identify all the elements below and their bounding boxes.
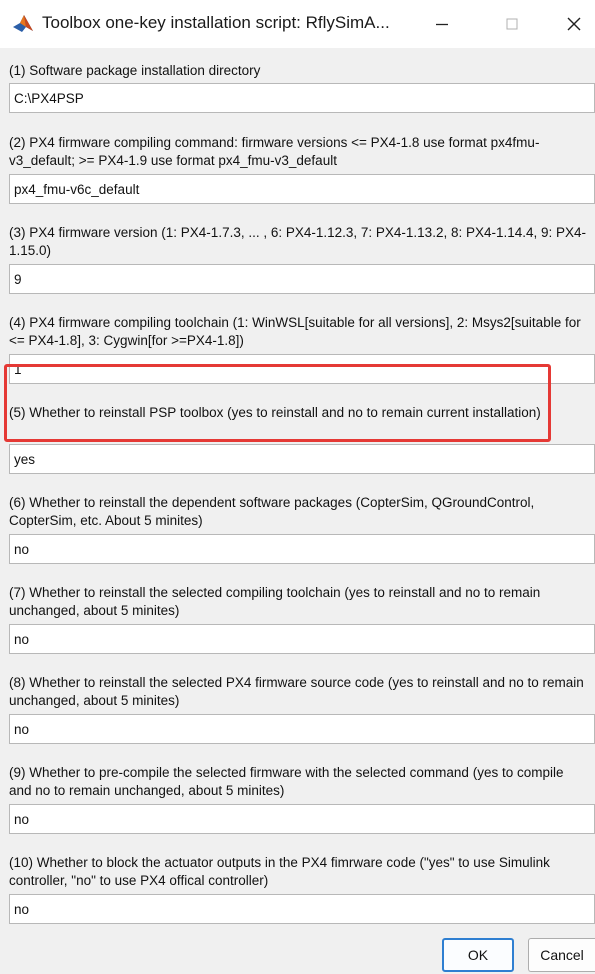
field-label-firmware-version: (3) PX4 firmware version (1: PX4-1.7.3, … xyxy=(9,225,587,258)
install-directory-input[interactable] xyxy=(9,83,595,113)
field-label-compile-command: (2) PX4 firmware compiling command: firm… xyxy=(9,135,540,168)
reinstall-psp-input[interactable] xyxy=(9,444,595,474)
precompile-input[interactable] xyxy=(9,804,595,834)
dialog-body: (1) Software package installation direct… xyxy=(0,48,595,974)
field-label-toolchain: (4) PX4 firmware compiling toolchain (1:… xyxy=(9,315,581,348)
maximize-icon xyxy=(506,18,518,30)
close-icon xyxy=(567,17,581,31)
window-title: Toolbox one-key installation script: Rfl… xyxy=(42,13,390,32)
firmware-version-input[interactable] xyxy=(9,264,595,294)
block-actuator-input[interactable] xyxy=(9,894,595,924)
field-label-reinstall-toolchain: (7) Whether to reinstall the selected co… xyxy=(9,585,541,618)
title-bar: Toolbox one-key installation script: Rfl… xyxy=(0,0,595,48)
minimize-button[interactable] xyxy=(422,8,462,40)
field-label-block-actuator: (10) Whether to block the actuator outpu… xyxy=(9,855,550,888)
matlab-icon xyxy=(13,15,33,32)
compile-command-input[interactable] xyxy=(9,174,595,204)
field-label-reinstall-source: (8) Whether to reinstall the selected PX… xyxy=(9,675,584,708)
toolchain-input[interactable] xyxy=(9,354,595,384)
cancel-button[interactable]: Cancel xyxy=(528,938,595,972)
reinstall-toolchain-input[interactable] xyxy=(9,624,595,654)
minimize-icon xyxy=(436,23,448,26)
field-label-reinstall-dependencies: (6) Whether to reinstall the dependent s… xyxy=(9,495,535,528)
reinstall-source-input[interactable] xyxy=(9,714,595,744)
reinstall-dependencies-input[interactable] xyxy=(9,534,595,564)
maximize-button[interactable] xyxy=(492,8,532,40)
field-label-precompile: (9) Whether to pre-compile the selected … xyxy=(9,765,564,798)
field-label-reinstall-psp: (5) Whether to reinstall PSP toolbox (ye… xyxy=(9,405,541,420)
field-label-install-directory: (1) Software package installation direct… xyxy=(9,63,261,78)
ok-button[interactable]: OK xyxy=(442,938,514,972)
close-button[interactable] xyxy=(554,8,594,40)
